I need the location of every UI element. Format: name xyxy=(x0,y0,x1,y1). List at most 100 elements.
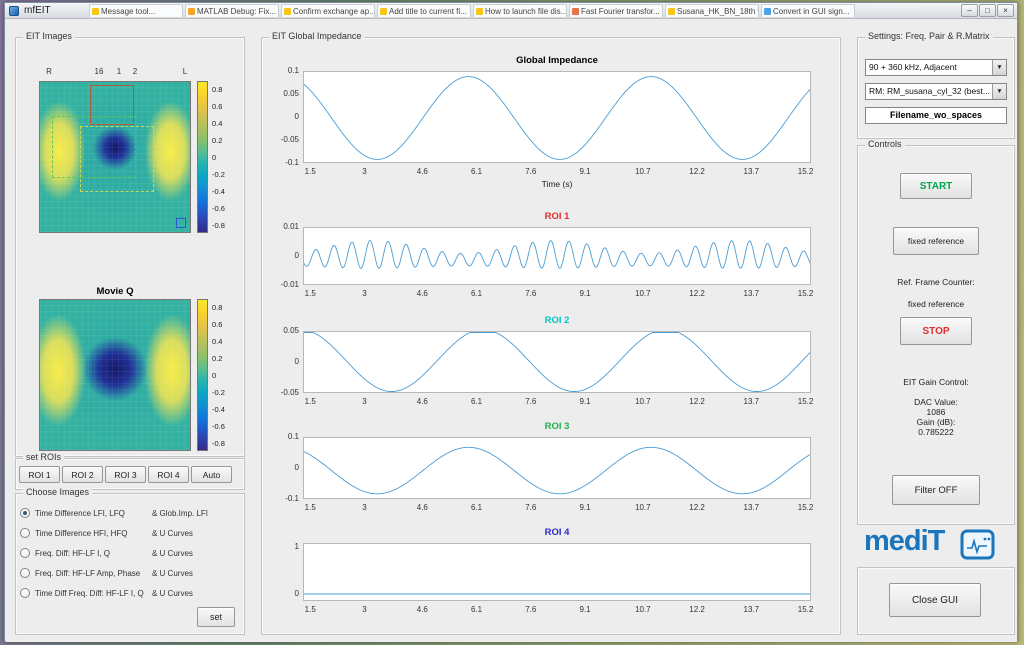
background-tab[interactable]: Message tool... xyxy=(89,4,183,17)
app-icon xyxy=(9,6,19,16)
window-minimize-button[interactable]: – xyxy=(961,4,978,17)
set-button[interactable]: set xyxy=(197,607,235,627)
colorbar-tick: -0.8 xyxy=(212,438,225,448)
background-tab[interactable]: MATLAB Debug: Fix... xyxy=(185,4,279,17)
signal-trace xyxy=(304,446,810,495)
x-tick-label: 4.6 xyxy=(416,397,428,406)
background-tab[interactable]: Fast Fourier transfor... xyxy=(569,4,663,17)
y-tick-label: 0 xyxy=(294,251,299,260)
y-tick-label: 1 xyxy=(294,541,299,551)
colorbar-tick: -0.8 xyxy=(212,220,225,230)
tab-label: Fast Fourier transfor... xyxy=(581,6,660,16)
y-tick-label: 0.1 xyxy=(287,66,299,75)
controls-panel-label: Controls xyxy=(865,139,905,149)
roi-4-button[interactable]: ROI 4 xyxy=(148,466,189,483)
y-tick-label: 0 xyxy=(294,463,299,472)
background-tabs: Message tool... MATLAB Debug: Fix... Confi… xyxy=(89,4,855,18)
tab-icon xyxy=(476,7,483,15)
auto-button[interactable]: Auto xyxy=(191,466,232,483)
choose-option-suffix: & U Curves xyxy=(152,569,193,578)
x-tick-label: 15.2 xyxy=(797,397,814,406)
y-tick-label: 0.05 xyxy=(283,326,299,335)
plot-roi-2 xyxy=(303,331,811,393)
start-button[interactable]: START xyxy=(900,173,972,199)
y-tick-label: 0.05 xyxy=(283,89,299,98)
y-tick-label: 0.01 xyxy=(283,222,299,231)
tab-label: Message tool... xyxy=(101,6,156,16)
tab-icon xyxy=(284,7,291,15)
window-maximize-button[interactable]: □ xyxy=(979,4,996,17)
movie-q-title: Movie Q xyxy=(96,286,134,297)
background-tab[interactable]: Add title to current fi... xyxy=(377,4,471,17)
background-tab[interactable]: Confirm exchange ap... xyxy=(281,4,375,17)
colorbar-tick: 0.8 xyxy=(212,303,223,313)
tab-label: Add title to current fi... xyxy=(389,6,467,16)
roi-3-button[interactable]: ROI 3 xyxy=(105,466,146,483)
radio-option[interactable] xyxy=(20,548,30,558)
chart-title: ROI 3 xyxy=(544,421,570,432)
x-tick-label: 3 xyxy=(362,503,367,512)
background-tab[interactable]: How to launch file dis... xyxy=(473,4,567,17)
x-tick-label: 10.7 xyxy=(635,397,651,406)
tab-icon xyxy=(92,7,99,15)
window-close-button[interactable]: × xyxy=(997,4,1014,17)
plot-global-impedance xyxy=(303,71,811,163)
colorbar-tick: 0.6 xyxy=(212,320,223,330)
ref-frame-counter-value: fixed reference xyxy=(907,299,965,309)
x-tick-label: 7.6 xyxy=(525,167,537,176)
colorbar-tick: 0.2 xyxy=(212,136,223,146)
window-controls: – □ × xyxy=(961,4,1014,17)
x-tick-label: 4.6 xyxy=(416,503,428,512)
colorbar-tick: -0.4 xyxy=(212,404,225,414)
chevron-down-icon[interactable]: ▼ xyxy=(992,60,1006,75)
filter-button[interactable]: Filter OFF xyxy=(892,475,980,505)
medit-logo-icon xyxy=(960,529,995,560)
x-tick-label: 1.5 xyxy=(304,503,316,512)
chart-title: ROI 4 xyxy=(544,527,570,538)
chevron-down-icon[interactable]: ▼ xyxy=(992,84,1006,99)
roi-1-button[interactable]: ROI 1 xyxy=(19,466,60,483)
roi-rect-red xyxy=(90,85,134,125)
freq-pair-dropdown[interactable]: 90 + 360 kHz, Adjacent ▼ xyxy=(865,59,1007,76)
radio-option[interactable] xyxy=(20,568,30,578)
electrode-label: 2 xyxy=(132,67,138,76)
y-tick-label: -0.1 xyxy=(285,494,299,503)
y-tick-label: -0.05 xyxy=(280,135,299,144)
titlebar[interactable]: mfEIT Message tool... MATLAB Debug: Fix..… xyxy=(5,3,1017,19)
tab-label: Confirm exchange ap... xyxy=(293,6,375,16)
plot-roi-4 xyxy=(303,543,811,601)
y-tick-label: -0.05 xyxy=(280,388,299,397)
x-tick-label: 7.6 xyxy=(525,289,537,298)
choose-option-label: Freq. Diff: HF-LF Amp, Phase xyxy=(35,569,141,578)
roi-2-button[interactable]: ROI 2 xyxy=(62,466,103,483)
radio-option[interactable] xyxy=(20,528,30,538)
x-tick-label: 9.1 xyxy=(579,397,591,406)
radio-option[interactable] xyxy=(20,588,30,598)
x-tick-label: 1.5 xyxy=(304,605,316,614)
filename-field[interactable]: Filename_wo_spaces xyxy=(865,107,1007,124)
x-tick-label: 13.7 xyxy=(743,503,760,512)
gain-db-label: Gain (dB): xyxy=(916,417,956,427)
choose-option-label: Time Diff Freq. Diff: HF-LF I, Q xyxy=(35,589,144,598)
x-tick-label: 9.1 xyxy=(579,167,591,176)
x-tick-label: 7.6 xyxy=(525,397,537,406)
background-tab[interactable]: Convert in GUI sign... xyxy=(761,4,855,17)
x-tick-label: 7.6 xyxy=(525,503,537,512)
rmatrix-dropdown[interactable]: RM: RM_susana_cyl_32 (best... ▼ xyxy=(865,83,1007,100)
background-tab[interactable]: Susana_HK_BN_18th vi... xyxy=(665,4,759,17)
choose-option-suffix: & U Curves xyxy=(152,529,193,538)
stop-button[interactable]: STOP xyxy=(900,317,972,345)
close-gui-button[interactable]: Close GUI xyxy=(889,583,981,617)
chart-title: ROI 2 xyxy=(544,315,570,326)
x-tick-label: 10.7 xyxy=(635,167,651,176)
radio-option[interactable] xyxy=(20,508,30,518)
x-tick-label: 10.7 xyxy=(635,503,651,512)
x-tick-label: 4.6 xyxy=(416,289,428,298)
y-tick-label: 0 xyxy=(294,588,299,598)
fixed-reference-button[interactable]: fixed reference xyxy=(893,227,979,255)
gui-client-area: EIT Images Movie Q set ROIs Choose Image… xyxy=(6,20,1017,642)
x-tick-label: 12.2 xyxy=(689,397,705,406)
x-axis-label: Time (s) xyxy=(541,179,573,189)
tab-icon xyxy=(668,7,675,15)
x-tick-label: 9.1 xyxy=(579,503,591,512)
